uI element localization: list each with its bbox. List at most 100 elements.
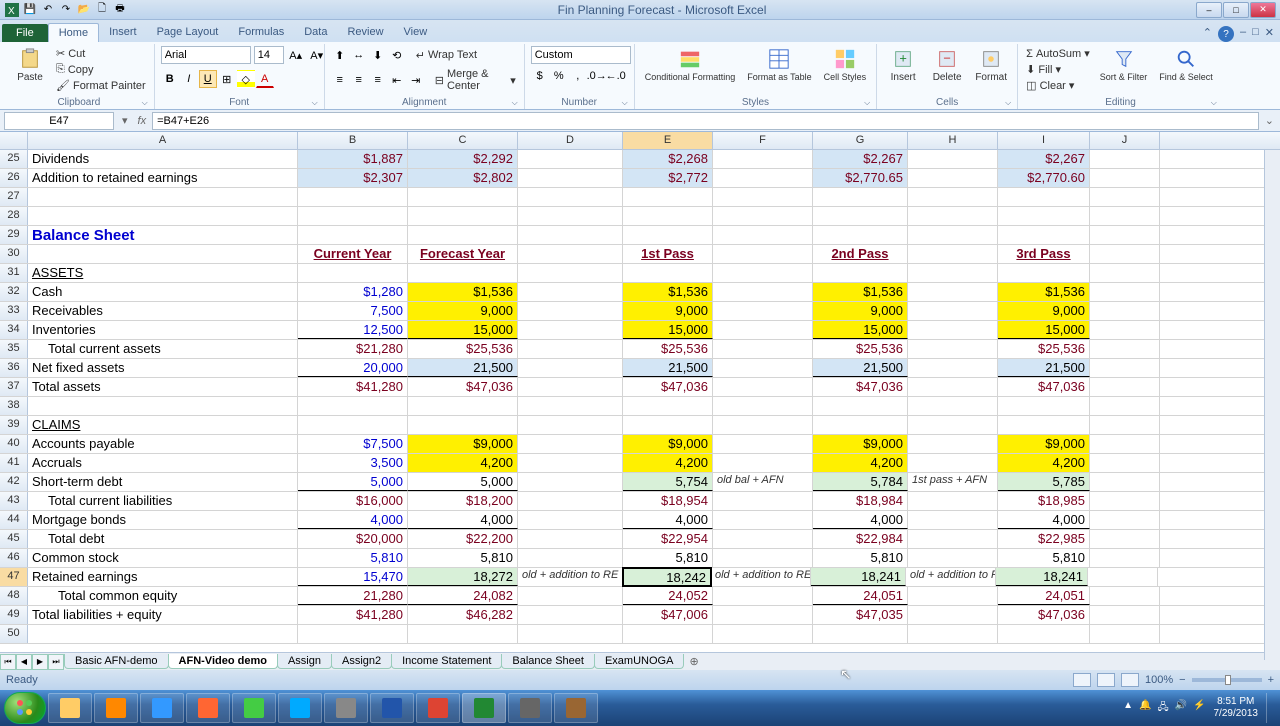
cell-I43[interactable]: $18,985	[998, 492, 1090, 510]
tray-icon-4[interactable]: ⚡	[1193, 700, 1205, 717]
cell-D41[interactable]	[518, 454, 623, 472]
cell-styles-button[interactable]: Cell Styles	[820, 46, 871, 84]
cell-F48[interactable]	[713, 587, 813, 605]
cell-H50[interactable]	[908, 625, 998, 643]
zoom-slider[interactable]	[1192, 678, 1262, 682]
cell-C48[interactable]: 24,082	[408, 587, 518, 605]
cell-G44[interactable]: 4,000	[813, 511, 908, 529]
cell-G31[interactable]	[813, 264, 908, 282]
cell-I34[interactable]: 15,000	[998, 321, 1090, 339]
cell-I42[interactable]: 5,785	[998, 473, 1090, 491]
currency-icon[interactable]: $	[531, 67, 549, 85]
cell-A48[interactable]: Total common equity	[28, 587, 298, 605]
cell-I47[interactable]: 18,241	[996, 568, 1088, 586]
col-header-H[interactable]: H	[908, 132, 998, 149]
cell-J37[interactable]	[1090, 378, 1160, 396]
conditional-formatting-button[interactable]: Conditional Formatting	[641, 46, 740, 84]
cell-A39[interactable]: CLAIMS	[28, 416, 298, 434]
row-header[interactable]: 46	[0, 549, 28, 567]
cell-F40[interactable]	[713, 435, 813, 453]
bold-button[interactable]: B	[161, 70, 179, 88]
cell-E27[interactable]	[623, 188, 713, 206]
cell-B45[interactable]: $20,000	[298, 530, 408, 548]
cell-H26[interactable]	[908, 169, 998, 187]
cell-H43[interactable]	[908, 492, 998, 510]
cell-F36[interactable]	[713, 359, 813, 377]
col-header-A[interactable]: A	[28, 132, 298, 149]
cell-A27[interactable]	[28, 188, 298, 206]
cell-I28[interactable]	[998, 207, 1090, 225]
cell-C50[interactable]	[408, 625, 518, 643]
cell-J42[interactable]	[1090, 473, 1160, 491]
cell-A28[interactable]	[28, 207, 298, 225]
cell-I39[interactable]	[998, 416, 1090, 434]
cell-B50[interactable]	[298, 625, 408, 643]
cell-G30[interactable]: 2nd Pass	[813, 245, 908, 263]
cell-E36[interactable]: 21,500	[623, 359, 713, 377]
font-size-combo[interactable]	[254, 46, 284, 64]
cell-H44[interactable]	[908, 511, 998, 529]
cell-I38[interactable]	[998, 397, 1090, 415]
cell-A36[interactable]: Net fixed assets	[28, 359, 298, 377]
tab-view[interactable]: View	[394, 23, 438, 42]
cell-J30[interactable]	[1090, 245, 1160, 263]
delete-cells-button[interactable]: −Delete	[927, 46, 967, 85]
row-header[interactable]: 35	[0, 340, 28, 358]
minimize-button[interactable]: –	[1196, 2, 1222, 18]
cell-G28[interactable]	[813, 207, 908, 225]
cell-B43[interactable]: $16,000	[298, 492, 408, 510]
cell-H30[interactable]	[908, 245, 998, 263]
cell-H36[interactable]	[908, 359, 998, 377]
cell-G40[interactable]: $9,000	[813, 435, 908, 453]
cell-D46[interactable]	[518, 549, 623, 567]
cell-E46[interactable]: 5,810	[623, 549, 713, 567]
cell-J31[interactable]	[1090, 264, 1160, 282]
cell-E47[interactable]: 18,242	[622, 567, 712, 587]
row-header[interactable]: 47	[0, 568, 28, 586]
cell-A29[interactable]: Balance Sheet	[28, 226, 298, 244]
cell-A26[interactable]: Addition to retained earnings	[28, 169, 298, 187]
cell-D50[interactable]	[518, 625, 623, 643]
formula-input[interactable]	[152, 112, 1259, 130]
cell-E26[interactable]: $2,772	[623, 169, 713, 187]
cell-F27[interactable]	[713, 188, 813, 206]
cell-C30[interactable]: Forecast Year	[408, 245, 518, 263]
cell-J38[interactable]	[1090, 397, 1160, 415]
cell-E49[interactable]: $47,006	[623, 606, 713, 624]
cell-E35[interactable]: $25,536	[623, 340, 713, 358]
cell-F43[interactable]	[713, 492, 813, 510]
cell-J25[interactable]	[1090, 150, 1160, 168]
cell-A47[interactable]: Retained earnings	[28, 568, 298, 586]
cell-A46[interactable]: Common stock	[28, 549, 298, 567]
cell-J45[interactable]	[1090, 530, 1160, 548]
cell-F32[interactable]	[713, 283, 813, 301]
cut-button[interactable]: ✂Cut	[54, 46, 148, 61]
sheet-nav-2[interactable]: ▶	[32, 654, 48, 670]
cell-F47[interactable]: old + addition to RE	[711, 568, 811, 586]
row-header[interactable]: 42	[0, 473, 28, 491]
cell-I50[interactable]	[998, 625, 1090, 643]
col-header-G[interactable]: G	[813, 132, 908, 149]
cell-J27[interactable]	[1090, 188, 1160, 206]
cell-J43[interactable]	[1090, 492, 1160, 510]
taskbar-calc[interactable]	[324, 693, 368, 723]
cell-C43[interactable]: $18,200	[408, 492, 518, 510]
cell-I29[interactable]	[998, 226, 1090, 244]
align-left-icon[interactable]: ≡	[331, 71, 349, 89]
cell-D40[interactable]	[518, 435, 623, 453]
cell-G34[interactable]: 15,000	[813, 321, 908, 339]
select-all-corner[interactable]	[0, 132, 28, 149]
row-header[interactable]: 28	[0, 207, 28, 225]
cell-D28[interactable]	[518, 207, 623, 225]
normal-view-icon[interactable]	[1073, 673, 1091, 687]
cell-C37[interactable]: $47,036	[408, 378, 518, 396]
number-format-combo[interactable]	[531, 46, 631, 64]
name-box-dropdown-icon[interactable]: ▾	[118, 114, 132, 127]
grow-font-icon[interactable]: A▴	[287, 46, 305, 64]
wrap-text-button[interactable]: ↵Wrap Text	[414, 48, 479, 63]
row-header[interactable]: 38	[0, 397, 28, 415]
cell-C39[interactable]	[408, 416, 518, 434]
row-header[interactable]: 33	[0, 302, 28, 320]
cell-G45[interactable]: $22,984	[813, 530, 908, 548]
cell-F42[interactable]: old bal + AFN	[713, 473, 813, 491]
